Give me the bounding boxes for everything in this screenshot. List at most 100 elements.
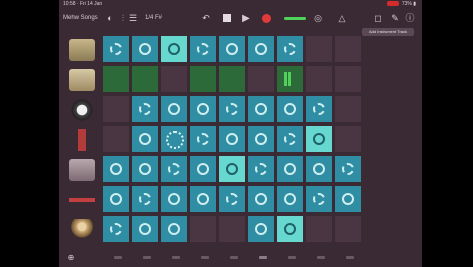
cell-r0-c8[interactable] — [335, 36, 361, 62]
cell-r6-c1[interactable] — [132, 216, 158, 242]
metronome-icon[interactable]: ◎ — [313, 12, 323, 25]
cell-r0-c1[interactable] — [132, 36, 158, 62]
scene-trigger-8[interactable] — [346, 256, 354, 259]
scene-trigger-7[interactable] — [317, 256, 325, 259]
cell-r0-c5[interactable] — [248, 36, 274, 62]
undo-icon[interactable]: ↶ — [201, 12, 211, 25]
scene-trigger-4[interactable] — [230, 256, 238, 259]
cell-r6-c4[interactable] — [219, 216, 245, 242]
cell-r4-c5[interactable] — [248, 156, 274, 182]
cell-r6-c3[interactable] — [190, 216, 216, 242]
cell-r1-c7[interactable] — [306, 66, 332, 92]
cell-r4-c4[interactable] — [219, 156, 245, 182]
play-button[interactable]: ▶ — [241, 12, 251, 25]
cell-r5-c7[interactable] — [306, 186, 332, 212]
view-toggle-icon[interactable]: ◐ — [105, 12, 115, 25]
cell-r2-c3[interactable] — [190, 96, 216, 122]
cell-r0-c0[interactable] — [103, 36, 129, 62]
cell-r6-c2[interactable] — [161, 216, 187, 242]
tempo-key-text[interactable]: 1/4 F# — [145, 9, 162, 28]
cell-r5-c5[interactable] — [248, 186, 274, 212]
cell-r4-c8[interactable] — [335, 156, 361, 182]
cell-r1-c0[interactable] — [103, 66, 129, 92]
battery-text: 73% ▮ — [401, 1, 416, 7]
scene-trigger-0[interactable] — [114, 256, 122, 259]
song-title[interactable]: Mehw Songs — [63, 9, 98, 28]
cell-r4-c0[interactable] — [103, 156, 129, 182]
track-icon-keys[interactable] — [69, 69, 95, 91]
cell-r3-c4[interactable] — [219, 126, 245, 152]
scene-trigger-1[interactable] — [143, 256, 151, 259]
track-icon-strings[interactable] — [69, 159, 95, 181]
scene-trigger-2[interactable] — [172, 256, 180, 259]
cell-r0-c6[interactable] — [277, 36, 303, 62]
mixer-icon[interactable]: ⫶ — [119, 12, 127, 25]
live-loops-app: 10:58 · Fri 14 Jan 73% ▮ Mehw Songs ◐ ⫶ … — [59, 0, 422, 267]
cell-r4-c6[interactable] — [277, 156, 303, 182]
cell-r2-c5[interactable] — [248, 96, 274, 122]
cell-r5-c2[interactable] — [161, 186, 187, 212]
cell-r2-c4[interactable] — [219, 96, 245, 122]
cell-r2-c8[interactable] — [335, 96, 361, 122]
track-icon-sampler[interactable] — [69, 99, 95, 121]
recording-indicator — [386, 1, 399, 7]
stop-button[interactable] — [223, 14, 231, 22]
cell-r3-c6[interactable] — [277, 126, 303, 152]
cell-r1-c1[interactable] — [132, 66, 158, 92]
cell-r2-c1[interactable] — [132, 96, 158, 122]
cell-r5-c3[interactable] — [190, 186, 216, 212]
cell-r3-c5[interactable] — [248, 126, 274, 152]
track-icon-vocal[interactable] — [69, 219, 95, 241]
cell-r1-c2[interactable] — [161, 66, 187, 92]
cell-r2-c7[interactable] — [306, 96, 332, 122]
warning-icon[interactable]: △ — [337, 12, 347, 25]
info-icon[interactable]: ⓘ — [405, 12, 415, 25]
cell-r6-c5[interactable] — [248, 216, 274, 242]
cell-r4-c1[interactable] — [132, 156, 158, 182]
scene-trigger-3[interactable] — [201, 256, 209, 259]
record-button[interactable] — [262, 14, 271, 23]
cell-r1-c8[interactable] — [335, 66, 361, 92]
cell-r6-c0[interactable] — [103, 216, 129, 242]
cell-r6-c6[interactable] — [277, 216, 303, 242]
scene-trigger-bar: ⊕ — [59, 249, 422, 267]
cell-r4-c2[interactable] — [161, 156, 187, 182]
cell-r3-c1[interactable] — [132, 126, 158, 152]
cell-r5-c1[interactable] — [132, 186, 158, 212]
track-icon-synth[interactable] — [69, 129, 95, 151]
cell-r6-c8[interactable] — [335, 216, 361, 242]
cell-r3-c0[interactable] — [103, 126, 129, 152]
share-icon[interactable]: ◻ — [373, 12, 383, 25]
cell-r2-c6[interactable] — [277, 96, 303, 122]
track-icon-guitar[interactable] — [69, 189, 95, 211]
scene-trigger-5[interactable] — [259, 256, 267, 259]
settings-icon[interactable]: ☰ — [129, 12, 137, 25]
cell-r2-c2[interactable] — [161, 96, 187, 122]
cell-r3-c2[interactable] — [161, 126, 187, 152]
cell-r1-c6[interactable] — [277, 66, 303, 92]
add-track-icon[interactable]: ⊕ — [65, 251, 77, 264]
cell-r0-c4[interactable] — [219, 36, 245, 62]
scene-trigger-6[interactable] — [288, 256, 296, 259]
cell-r1-c4[interactable] — [219, 66, 245, 92]
cell-r6-c7[interactable] — [306, 216, 332, 242]
cell-r5-c4[interactable] — [219, 186, 245, 212]
cell-r0-c2[interactable] — [161, 36, 187, 62]
cell-r1-c3[interactable] — [190, 66, 216, 92]
cell-r0-c3[interactable] — [190, 36, 216, 62]
cell-r3-c3[interactable] — [190, 126, 216, 152]
cell-r1-c5[interactable] — [248, 66, 274, 92]
cell-r3-c7[interactable] — [306, 126, 332, 152]
cell-r5-c8[interactable] — [335, 186, 361, 212]
tools-icon[interactable]: ✎ — [390, 12, 400, 25]
cell-r3-c8[interactable] — [335, 126, 361, 152]
tooltip: Add Instrument Track — [362, 28, 414, 36]
cell-r4-c7[interactable] — [306, 156, 332, 182]
cell-r4-c3[interactable] — [190, 156, 216, 182]
cell-r0-c7[interactable] — [306, 36, 332, 62]
cell-r2-c0[interactable] — [103, 96, 129, 122]
cell-r5-c6[interactable] — [277, 186, 303, 212]
track-icon-drums[interactable] — [69, 39, 95, 61]
cell-r5-c0[interactable] — [103, 186, 129, 212]
volume-slider[interactable] — [284, 17, 306, 20]
